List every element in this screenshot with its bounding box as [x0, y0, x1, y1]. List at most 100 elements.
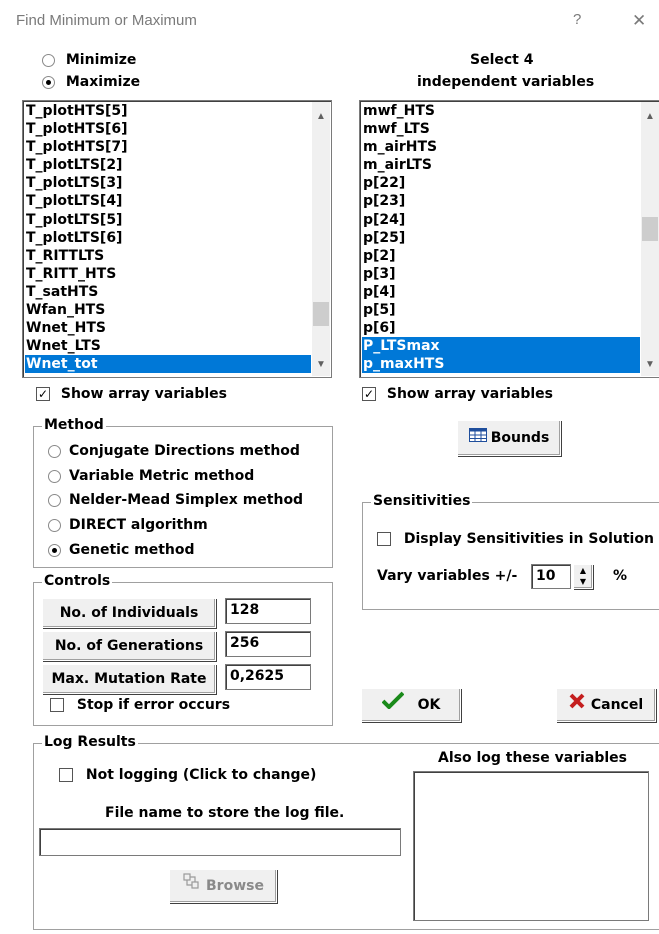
right-show-array-label: Show array variables: [386, 386, 553, 402]
ok-button[interactable]: OK: [361, 688, 461, 722]
method-legend: Method: [42, 417, 106, 433]
list-item[interactable]: p[2]: [362, 247, 640, 265]
method-option-label: DIRECT algorithm: [69, 517, 208, 533]
list-item[interactable]: T_plotLTS[6]: [25, 229, 311, 247]
generations-button[interactable]: No. of Generations: [42, 631, 216, 661]
cancel-button[interactable]: Cancel: [556, 688, 656, 722]
vary-value-input[interactable]: 10: [531, 564, 571, 589]
scroll-down-icon[interactable]: ▼: [641, 356, 659, 374]
list-item[interactable]: T_RITT_HTS: [25, 265, 311, 283]
list-item[interactable]: T_RITTLTS: [25, 247, 311, 265]
sensitivities-group: Sensitivities Display Sensitivities in S…: [362, 493, 659, 610]
list-item[interactable]: p[6]: [362, 319, 640, 337]
also-log-label: Also log these variables: [438, 750, 627, 766]
checkbox-checked-icon: ✓: [36, 387, 50, 401]
select-header-line1: Select 4: [470, 52, 534, 68]
radio-icon: [48, 469, 61, 483]
minimize-label: Minimize: [65, 52, 137, 68]
left-show-array-label: Show array variables: [60, 386, 227, 402]
individuals-input[interactable]: 128: [225, 598, 311, 624]
list-item[interactable]: Wnet_HTS: [25, 319, 311, 337]
method-option[interactable]: Variable Metric method: [48, 468, 254, 484]
select-header-line2: independent variables: [417, 74, 595, 90]
list-item[interactable]: T_plotHTS[5]: [25, 102, 311, 120]
file-name-label: File name to store the log file.: [105, 805, 345, 821]
browse-icon: [182, 870, 200, 902]
close-button[interactable]: ✕: [632, 11, 646, 31]
cancel-label: Cancel: [590, 697, 644, 713]
scroll-thumb[interactable]: [313, 302, 329, 326]
list-item[interactable]: m_airHTS: [362, 138, 640, 156]
controls-group: Controls No. of Individuals 128 No. of G…: [33, 573, 333, 726]
list-item[interactable]: p[24]: [362, 211, 640, 229]
list-item[interactable]: p[3]: [362, 265, 640, 283]
list-item[interactable]: p[4]: [362, 283, 640, 301]
browse-button[interactable]: Browse: [169, 869, 277, 903]
list-item[interactable]: Wfan_HTS: [25, 301, 311, 319]
right-list-scrollbar[interactable]: ▲ ▼: [641, 102, 659, 376]
list-item[interactable]: p[25]: [362, 229, 640, 247]
grid-icon: [468, 421, 487, 455]
scroll-down-icon[interactable]: ▼: [312, 356, 330, 374]
checkbox-icon: [377, 532, 391, 546]
left-list-scrollbar[interactable]: ▲ ▼: [312, 102, 330, 376]
minimize-radio[interactable]: Minimize: [42, 52, 136, 68]
list-item[interactable]: T_plotLTS[2]: [25, 156, 311, 174]
maximize-radio[interactable]: Maximize: [42, 74, 140, 90]
list-item[interactable]: T_plotLTS[3]: [25, 174, 311, 192]
list-item[interactable]: m_airLTS: [362, 156, 640, 174]
scroll-thumb[interactable]: [642, 217, 658, 241]
method-option[interactable]: DIRECT algorithm: [48, 517, 208, 533]
right-show-array-checkbox[interactable]: ✓ Show array variables: [362, 386, 553, 402]
help-button[interactable]: ?: [573, 11, 581, 28]
radio-selected-icon: [48, 543, 61, 557]
list-item[interactable]: T_plotLTS[4]: [25, 192, 311, 210]
left-list-items: T_plotHTS[5] T_plotHTS[6] T_plotHTS[7] T_pl…: [25, 102, 311, 374]
vary-label: Vary variables +/-: [377, 568, 518, 584]
display-sensitivities-checkbox[interactable]: Display Sensitivities in Solution: [377, 531, 654, 547]
method-option[interactable]: Genetic method: [48, 542, 195, 558]
vary-spinner[interactable]: ▲ ▼: [573, 564, 593, 589]
list-item[interactable]: Wnet_LTS: [25, 337, 311, 355]
list-item[interactable]: T_plotHTS[7]: [25, 138, 311, 156]
method-option[interactable]: Nelder-Mead Simplex method: [48, 492, 303, 508]
list-item[interactable]: T_satHTS: [25, 283, 311, 301]
log-file-input[interactable]: [39, 828, 401, 856]
mutation-input[interactable]: 0,2625: [225, 664, 311, 690]
not-logging-label: Not logging (Click to change): [85, 767, 317, 783]
list-item[interactable]: p[5]: [362, 301, 640, 319]
also-log-list[interactable]: [413, 771, 649, 921]
not-logging-checkbox[interactable]: Not logging (Click to change): [59, 767, 316, 783]
scroll-up-icon[interactable]: ▲: [312, 108, 330, 126]
scroll-up-icon[interactable]: ▲: [641, 108, 659, 126]
bounds-label: Bounds: [490, 430, 550, 446]
list-item[interactable]: mwf_LTS: [362, 120, 640, 138]
maximize-label: Maximize: [65, 74, 141, 90]
window-title: Find Minimum or Maximum: [16, 12, 197, 29]
mutation-button[interactable]: Max. Mutation Rate: [42, 664, 216, 694]
list-item[interactable]: Wnet_tot: [25, 355, 311, 374]
checkbox-icon: [50, 698, 64, 712]
radio-selected-icon: [42, 75, 55, 89]
list-item[interactable]: p_maxHTS: [362, 355, 640, 374]
list-item[interactable]: p[22]: [362, 174, 640, 192]
stop-on-error-checkbox[interactable]: Stop if error occurs: [50, 697, 230, 713]
method-option-label: Conjugate Directions method: [69, 443, 300, 459]
method-option-label: Variable Metric method: [69, 468, 255, 484]
list-item[interactable]: mwf_HTS: [362, 102, 640, 120]
generations-input[interactable]: 256: [225, 631, 311, 657]
ok-label: OK: [417, 697, 441, 713]
display-sensitivities-label: Display Sensitivities in Solution: [403, 531, 654, 547]
method-option[interactable]: Conjugate Directions method: [48, 443, 300, 459]
individuals-button[interactable]: No. of Individuals: [42, 598, 216, 628]
radio-icon: [48, 444, 61, 458]
method-group: Method Conjugate Directions method Variab…: [33, 417, 333, 568]
list-item[interactable]: p[23]: [362, 192, 640, 210]
list-item[interactable]: P_LTSmax: [362, 337, 640, 356]
bounds-button[interactable]: Bounds: [457, 420, 561, 456]
list-item[interactable]: T_plotHTS[6]: [25, 120, 311, 138]
right-variable-list[interactable]: mwf_HTS mwf_LTS m_airHTS m_airLTS p[22] p[23]…: [359, 100, 659, 378]
left-variable-list[interactable]: T_plotHTS[5] T_plotHTS[6] T_plotHTS[7] T_pl…: [22, 100, 332, 378]
left-show-array-checkbox[interactable]: ✓ Show array variables: [36, 386, 227, 402]
list-item[interactable]: T_plotLTS[5]: [25, 211, 311, 229]
